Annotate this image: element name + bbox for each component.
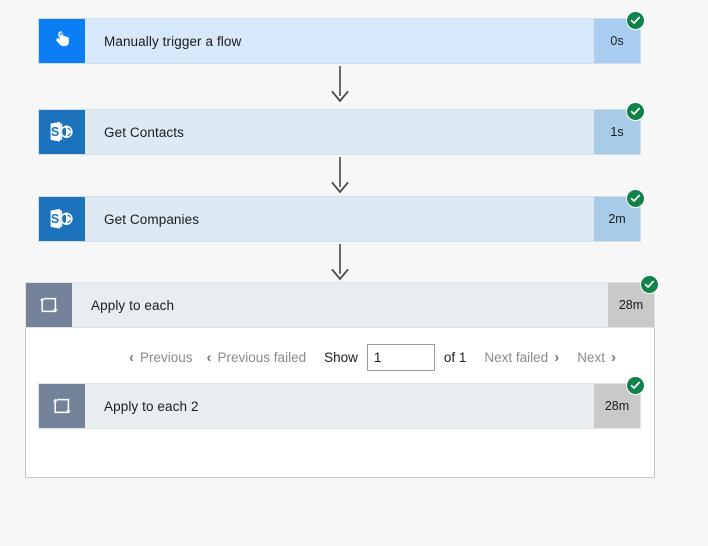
connector-arrow-1 <box>328 66 352 104</box>
chevron-left-icon: ‹ <box>206 349 212 366</box>
scope-pagination: ‹ Previous ‹ Previous failed Show of 1 N… <box>129 344 616 371</box>
connector-arrow-3 <box>328 244 352 282</box>
status-badge-succeeded-apply-to-each <box>640 275 659 294</box>
flow-step-get-contacts[interactable]: S Get Contacts 1s <box>38 109 641 155</box>
sharepoint-icon: S <box>39 197 85 241</box>
next-label: Next <box>577 350 605 365</box>
status-badge-succeeded-apply-to-each-2 <box>626 376 645 395</box>
status-badge-succeeded-manually-trigger-a-flow <box>626 11 645 30</box>
flow-step-title: Apply to each 2 <box>104 398 199 414</box>
flow-step-title: Get Companies <box>104 211 200 227</box>
previous-failed-button[interactable]: ‹ Previous failed <box>207 350 307 365</box>
previous-failed-label: Previous failed <box>217 350 307 365</box>
svg-text:S: S <box>51 212 59 226</box>
flow-step-apply-to-each[interactable]: Apply to each 28m <box>25 282 655 328</box>
loop-icon <box>26 283 72 327</box>
status-badge-succeeded-get-contacts <box>626 102 645 121</box>
status-badge-succeeded-get-companies <box>626 189 645 208</box>
next-button[interactable]: Next › <box>577 350 616 365</box>
flow-step-get-companies[interactable]: S Get Companies 2m <box>38 196 641 242</box>
connector-arrow-2 <box>328 157 352 195</box>
chevron-right-icon: › <box>554 349 560 366</box>
chevron-left-icon: ‹ <box>129 349 134 366</box>
page-total-label: of 1 <box>443 350 467 365</box>
flow-step-title: Apply to each <box>91 297 175 313</box>
chevron-right-icon: › <box>610 349 616 366</box>
next-failed-button[interactable]: Next failed › <box>484 350 559 365</box>
page-number-input[interactable] <box>366 344 435 371</box>
previous-label: Previous <box>140 350 193 365</box>
flow-step-title: Get Contacts <box>104 124 184 140</box>
next-failed-label: Next failed <box>484 350 549 365</box>
loop-icon <box>39 384 85 428</box>
tap-hand-icon <box>39 19 85 63</box>
flow-step-manually-trigger-a-flow[interactable]: Manually trigger a flow 0s <box>38 18 641 64</box>
flow-step-title: Manually trigger a flow <box>104 33 242 49</box>
sharepoint-icon: S <box>39 110 85 154</box>
flow-run-canvas: Manually trigger a flow 0s S Get Contact… <box>0 0 708 546</box>
svg-text:S: S <box>51 125 59 139</box>
show-label: Show <box>324 350 358 365</box>
previous-button[interactable]: ‹ Previous <box>129 350 193 365</box>
flow-step-apply-to-each-2[interactable]: Apply to each 2 28m <box>38 383 641 429</box>
